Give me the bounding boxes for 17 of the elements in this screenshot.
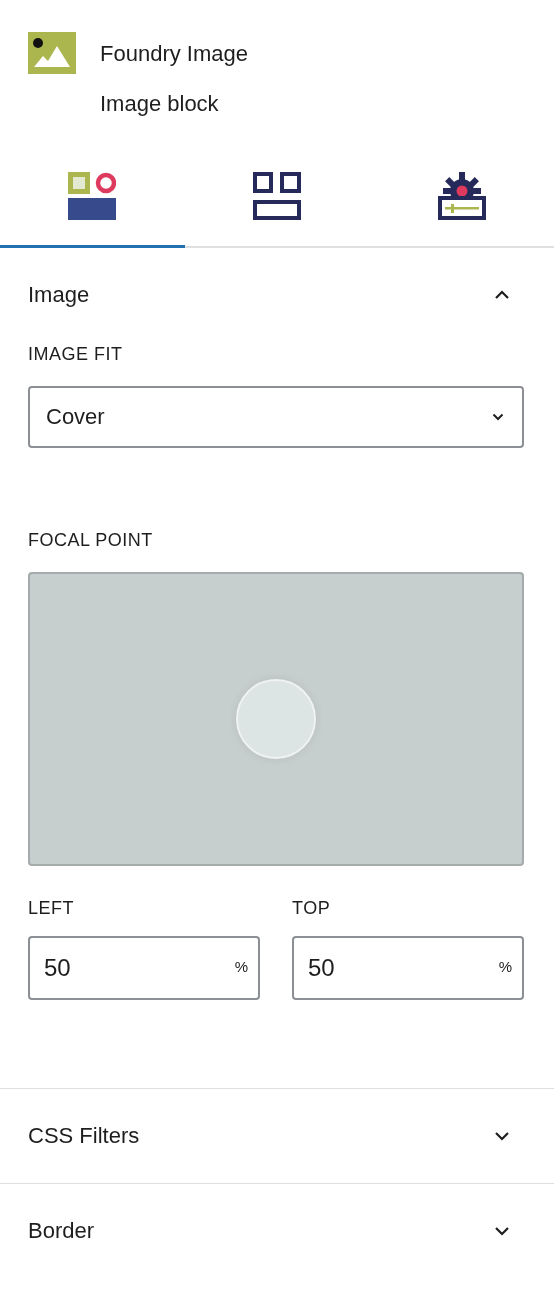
- field-label: FOCAL POINT: [28, 529, 154, 552]
- unit-label: %: [234, 958, 248, 976]
- chevron-icon: [492, 413, 504, 421]
- gear-slider-icon: [437, 172, 486, 220]
- field-label: IMAGE FIT: [28, 343, 124, 366]
- panel-toggle[interactable]: Image: [0, 248, 554, 342]
- image-icon: [28, 32, 76, 74]
- panel-toggle[interactable]: CSS Filters: [0, 1089, 554, 1183]
- block-title: Foundry Image: [100, 40, 248, 68]
- shapes-icon: [68, 172, 117, 220]
- layout-grid-icon: [253, 172, 301, 220]
- field-label: LEFT: [28, 897, 75, 920]
- field-label: TOP: [292, 897, 332, 920]
- block-description: Image block: [100, 90, 220, 118]
- unit-label: %: [498, 958, 512, 976]
- panel-toggle[interactable]: Border: [0, 1184, 554, 1278]
- image-fit-select[interactable]: Cover: [28, 386, 524, 448]
